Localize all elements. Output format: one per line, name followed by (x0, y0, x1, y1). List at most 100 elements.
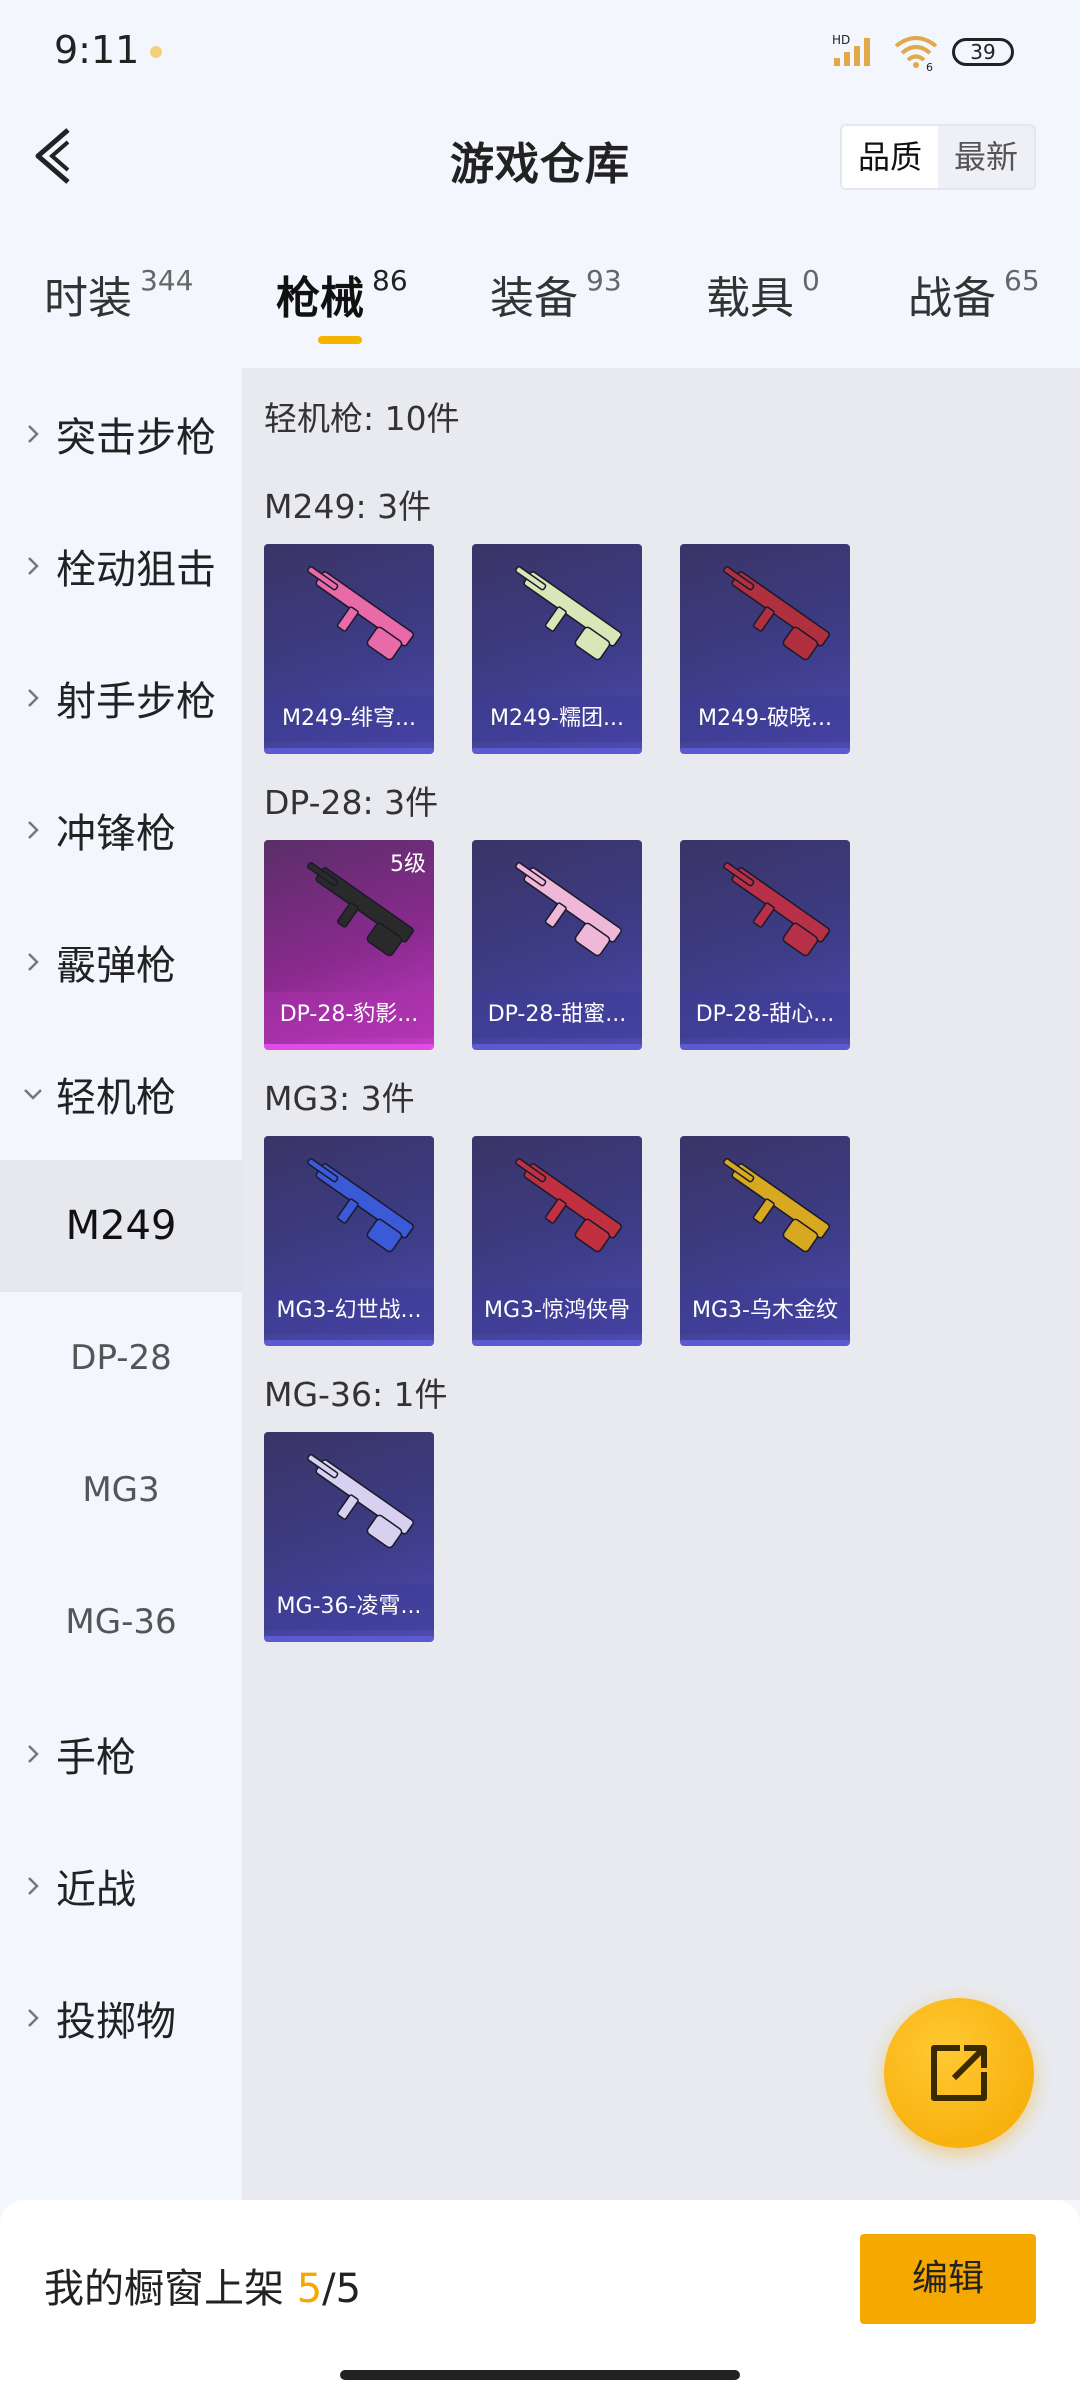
item-name: MG-36-凌霄... (264, 1584, 434, 1630)
weapon-image (723, 862, 830, 957)
tab-equipment[interactable]: 装备 93 (490, 262, 622, 326)
tab-count: 93 (586, 264, 622, 297)
item-name: M249-绯穹... (264, 696, 434, 742)
tab-label: 时装 (44, 273, 132, 324)
sidebar-item-assault-rifle[interactable]: 突击步枪 (0, 368, 242, 500)
weapon-image (723, 1158, 830, 1253)
showcase-count: 5 (296, 2266, 323, 2312)
showcase-text: 我的橱窗上架 (44, 2266, 297, 2312)
chevron-right-icon (28, 821, 39, 839)
share-button[interactable] (884, 1998, 1034, 2148)
tab-label: 战备 (908, 273, 996, 324)
bottom-bar: 我的橱窗上架 5/5 编辑 (0, 2200, 1080, 2400)
svg-text:HD: HD (832, 33, 850, 47)
tab-guns[interactable]: 枪械 86 (276, 262, 408, 326)
item-card[interactable]: MG-36-凌霄... (264, 1432, 434, 1642)
item-card[interactable]: DP-28-甜心... (680, 840, 850, 1050)
item-card[interactable]: MG3-幻世战... (264, 1136, 434, 1346)
sidebar-item-marksman-rifle[interactable]: 射手步枪 (0, 632, 242, 764)
sidebar-subitem-dp28[interactable]: DP-28 (0, 1292, 242, 1424)
group-title: DP-28: 3件 (264, 783, 439, 822)
chevron-right-icon (28, 557, 39, 575)
notification-dot (150, 46, 162, 58)
sidebar-item-label: 霰弹枪 (56, 943, 176, 989)
sidebar-item-shotgun[interactable]: 霰弹枪 (0, 896, 242, 1028)
showcase-label: 我的橱窗上架 5/5 (44, 2256, 361, 2314)
sidebar-item-lmg[interactable]: 轻机枪 (0, 1028, 242, 1160)
sidebar-subitem-m249[interactable]: M249 (0, 1160, 242, 1292)
tab-label: 枪械 (276, 273, 364, 324)
weapon-image (723, 566, 830, 661)
sidebar-subitem-mg36[interactable]: MG-36 (0, 1556, 242, 1688)
item-name: DP-28-甜心... (680, 992, 850, 1038)
edit-button[interactable]: 编辑 (860, 2234, 1036, 2324)
sidebar-item-bolt-sniper[interactable]: 栓动狙击 (0, 500, 242, 632)
item-name: MG3-幻世战... (264, 1288, 434, 1334)
level-badge: 5级 (390, 852, 426, 877)
battery-icon: 39 (952, 38, 1014, 66)
item-card[interactable]: MG3-乌木金纹 (680, 1136, 850, 1346)
sidebar-item-label: 手枪 (56, 1735, 136, 1781)
chevron-right-icon (28, 953, 39, 971)
group-title: MG3: 3件 (264, 1079, 415, 1118)
item-name: MG3-乌木金纹 (680, 1288, 850, 1334)
chevron-right-icon (28, 1877, 39, 1895)
sidebar-item-pistol[interactable]: 手枪 (0, 1688, 242, 1820)
weapon-image (515, 862, 622, 957)
sidebar-item-label: 近战 (56, 1867, 136, 1913)
tab-count: 65 (1004, 264, 1040, 297)
item-card[interactable]: M249-绯穹... (264, 544, 434, 754)
home-indicator[interactable] (340, 2370, 740, 2380)
tab-count: 0 (802, 264, 820, 297)
chevron-right-icon (28, 1745, 39, 1763)
sidebar-item-label: 突击步枪 (56, 415, 216, 461)
sidebar-item-label: 冲锋枪 (56, 811, 176, 857)
item-card[interactable]: MG3-惊鸿侠骨 (472, 1136, 642, 1346)
tab-label: 装备 (490, 273, 578, 324)
sort-by-quality[interactable]: 品质 (842, 126, 938, 188)
sidebar-item-throwables[interactable]: 投掷物 (0, 1952, 242, 2084)
showcase-total: /5 (322, 2266, 362, 2312)
sidebar-item-label: 投掷物 (56, 1999, 176, 2045)
item-grid-panel: 轻机枪: 10件 M249: 3件 M249-绯穹... M249-糯团... … (242, 368, 1080, 2200)
svg-text:6: 6 (926, 61, 933, 72)
share-external-icon (931, 2045, 987, 2101)
signal-icon: HD (832, 33, 870, 66)
weapon-image (307, 1158, 414, 1253)
weapon-image (515, 566, 622, 661)
sidebar-item-smg[interactable]: 冲锋枪 (0, 764, 242, 896)
item-card[interactable]: M249-破晓... (680, 544, 850, 754)
weapon-image (307, 566, 414, 661)
item-card[interactable]: DP-28-甜蜜... (472, 840, 642, 1050)
sidebar-subitem-mg3[interactable]: MG3 (0, 1424, 242, 1556)
weapon-image (515, 1158, 622, 1253)
weapon-image (307, 1454, 414, 1549)
group-title: M249: 3件 (264, 487, 432, 526)
tab-label: 载具 (706, 273, 794, 324)
sidebar-item-melee[interactable]: 近战 (0, 1820, 242, 1952)
chevron-right-icon (28, 425, 39, 443)
wifi-icon: 6 (894, 36, 938, 72)
tab-supplies[interactable]: 战备 65 (908, 262, 1040, 326)
item-name: DP-28-豹影... (264, 992, 434, 1038)
sidebar-item-label: 轻机枪 (56, 1075, 176, 1121)
sidebar-item-label: 栓动狙击 (56, 547, 216, 593)
tab-count: 86 (372, 264, 408, 297)
sort-by-newest[interactable]: 最新 (938, 126, 1034, 188)
status-time: 9:11 (54, 28, 140, 72)
chevron-right-icon (28, 689, 39, 707)
tab-fashion[interactable]: 时装 344 (44, 262, 193, 326)
sort-toggle[interactable]: 品质 最新 (840, 124, 1036, 190)
tab-count: 344 (140, 264, 194, 297)
chevron-right-icon (28, 2009, 39, 2027)
item-card[interactable]: 5级 DP-28-豹影... (264, 840, 434, 1050)
category-sidebar: 突击步枪 栓动狙击 射手步枪 冲锋枪 霰弹枪 轻机枪 M249 DP-28 MG… (0, 368, 242, 2200)
status-bar: 9:11 HD 6 39 (0, 0, 1080, 100)
category-heading: 轻机枪: 10件 (264, 399, 460, 438)
active-tab-indicator (318, 336, 362, 344)
item-card[interactable]: M249-糯团... (472, 544, 642, 754)
item-name: DP-28-甜蜜... (472, 992, 642, 1038)
tab-vehicles[interactable]: 载具 0 (706, 262, 820, 326)
chevron-down-icon (24, 1089, 42, 1100)
group-title: MG-36: 1件 (264, 1375, 448, 1414)
